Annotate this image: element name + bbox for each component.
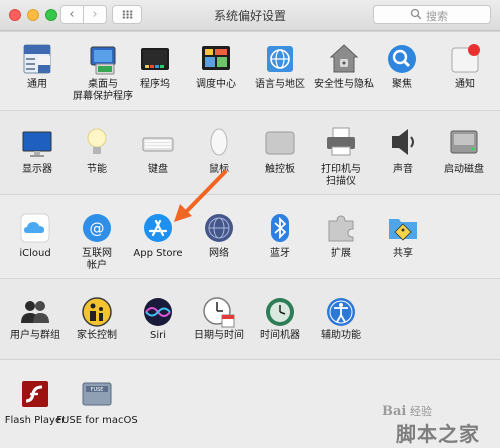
pref-language-region[interactable]: 语言与地区 — [245, 32, 315, 110]
pref-notifications[interactable]: 通知 — [430, 32, 500, 110]
accessibility-icon — [327, 298, 355, 326]
extensions-icon — [328, 215, 354, 242]
watermark: Bai 经验 脚本之家 — [346, 400, 496, 446]
watermark-site-text: 脚本之家 — [396, 422, 480, 446]
back-button[interactable]: ‹ — [60, 5, 84, 24]
pref-spotlight[interactable]: 聚焦 — [367, 32, 437, 110]
pref-internet-accounts[interactable]: @ 互联网 帐户 — [62, 195, 132, 278]
sound-icon — [392, 129, 414, 155]
pref-printers-scanners[interactable]: 打印机与 扫描仪 — [306, 111, 376, 194]
pref-label: FUSE for macOS — [56, 415, 138, 426]
bluetooth-icon — [271, 214, 289, 242]
spotlight-icon — [388, 45, 416, 73]
annotation-arrow — [174, 170, 227, 222]
chevron-left-icon: ‹ — [69, 7, 75, 22]
pref-date-time[interactable]: 日期与时间 — [184, 279, 254, 359]
pref-sound[interactable]: 声音 — [368, 111, 438, 194]
pref-time-machine[interactable]: 时间机器 — [245, 279, 315, 359]
date-time-icon — [203, 297, 235, 328]
pref-label: 启动磁盘 — [444, 164, 484, 175]
pref-label: 共享 — [393, 248, 413, 259]
keyboard-icon — [142, 137, 174, 152]
titlebar: ‹ › 系统偏好设置 搜索 — [0, 0, 500, 31]
section-hardware: 显示器 节能 键盘 鼠标 触控板 打印机与 扫描仪 声音 启动磁盘 — [0, 110, 500, 194]
mission-control-icon — [202, 46, 230, 70]
startup-disk-icon — [450, 130, 478, 154]
energy-saver-icon — [87, 128, 107, 154]
icloud-icon — [20, 213, 50, 243]
pref-sharing[interactable]: 共享 — [368, 195, 438, 278]
pref-fuse[interactable]: FUSE FUSE for macOS — [56, 360, 138, 448]
svg-text:@: @ — [90, 220, 105, 238]
watermark-jingyan-text: 经验 — [410, 405, 432, 418]
flash-player-icon — [22, 381, 48, 407]
fuse-icon: FUSE — [82, 382, 112, 406]
pref-startup-disk[interactable]: 启动磁盘 — [429, 111, 499, 194]
svg-text:FUSE: FUSE — [91, 387, 104, 393]
pref-dock[interactable]: 程序坞 — [120, 32, 190, 110]
window-title: 系统偏好设置 — [213, 9, 286, 23]
pref-bluetooth[interactable]: 蓝牙 — [245, 195, 315, 278]
time-machine-icon — [266, 298, 294, 326]
section-personal: 通用 桌面与 屏幕保护程序 程序坞 调度中心 语言与地区 安全性与隐私 聚焦 通… — [0, 31, 500, 110]
notifications-icon — [451, 44, 480, 73]
trackpad-icon — [265, 131, 295, 155]
general-icon — [23, 44, 51, 74]
pref-siri[interactable]: Siri — [123, 279, 193, 359]
pref-accessibility[interactable]: 辅助功能 — [306, 279, 376, 359]
search-field[interactable]: 搜索 — [373, 5, 491, 24]
siri-icon — [144, 298, 172, 326]
printer-icon — [327, 127, 355, 156]
pref-users-groups[interactable]: 用户与群组 — [0, 279, 70, 359]
section-system: 用户与群组 家长控制 Siri 日期与时间 时间机器 辅助功能 — [0, 278, 500, 359]
show-all-button[interactable] — [112, 5, 142, 24]
system-preferences-window: ‹ › 系统偏好设置 搜索 通用 桌面与 屏幕保护程序 程序坞 调度中心 语言与… — [0, 0, 500, 448]
pref-label: 通知 — [455, 79, 475, 90]
desktop-icon — [90, 46, 116, 75]
pref-flash-player[interactable]: Flash Player — [0, 360, 70, 448]
dock-icon — [141, 48, 169, 70]
minimize-button[interactable] — [27, 9, 39, 21]
language-region-icon — [267, 46, 293, 72]
pref-extensions[interactable]: 扩展 — [306, 195, 376, 278]
parental-controls-icon — [82, 297, 112, 327]
forward-button[interactable]: › — [83, 5, 107, 24]
section-internet-wireless: iCloud @ 互联网 帐户 App Store 网络 蓝牙 扩展 共享 — [0, 194, 500, 278]
search-placeholder: 搜索 — [426, 10, 448, 23]
search-icon — [410, 8, 422, 20]
close-button[interactable] — [9, 9, 21, 21]
zoom-button[interactable] — [45, 9, 57, 21]
pref-parental-controls[interactable]: 家长控制 — [62, 279, 132, 359]
grid-icon — [122, 10, 133, 19]
pref-label: 辅助功能 — [321, 330, 361, 341]
watermark-baidu-text: Bai — [382, 404, 407, 419]
mouse-icon — [210, 128, 228, 156]
users-groups-icon — [21, 301, 49, 323]
pref-energy-saver[interactable]: 节能 — [62, 111, 132, 194]
pref-mission-control[interactable]: 调度中心 — [181, 32, 251, 110]
security-icon — [329, 44, 359, 73]
displays-icon — [22, 131, 52, 157]
internet-accounts-icon: @ — [83, 214, 111, 242]
sharing-icon — [389, 219, 417, 241]
chevron-right-icon: › — [92, 7, 98, 22]
